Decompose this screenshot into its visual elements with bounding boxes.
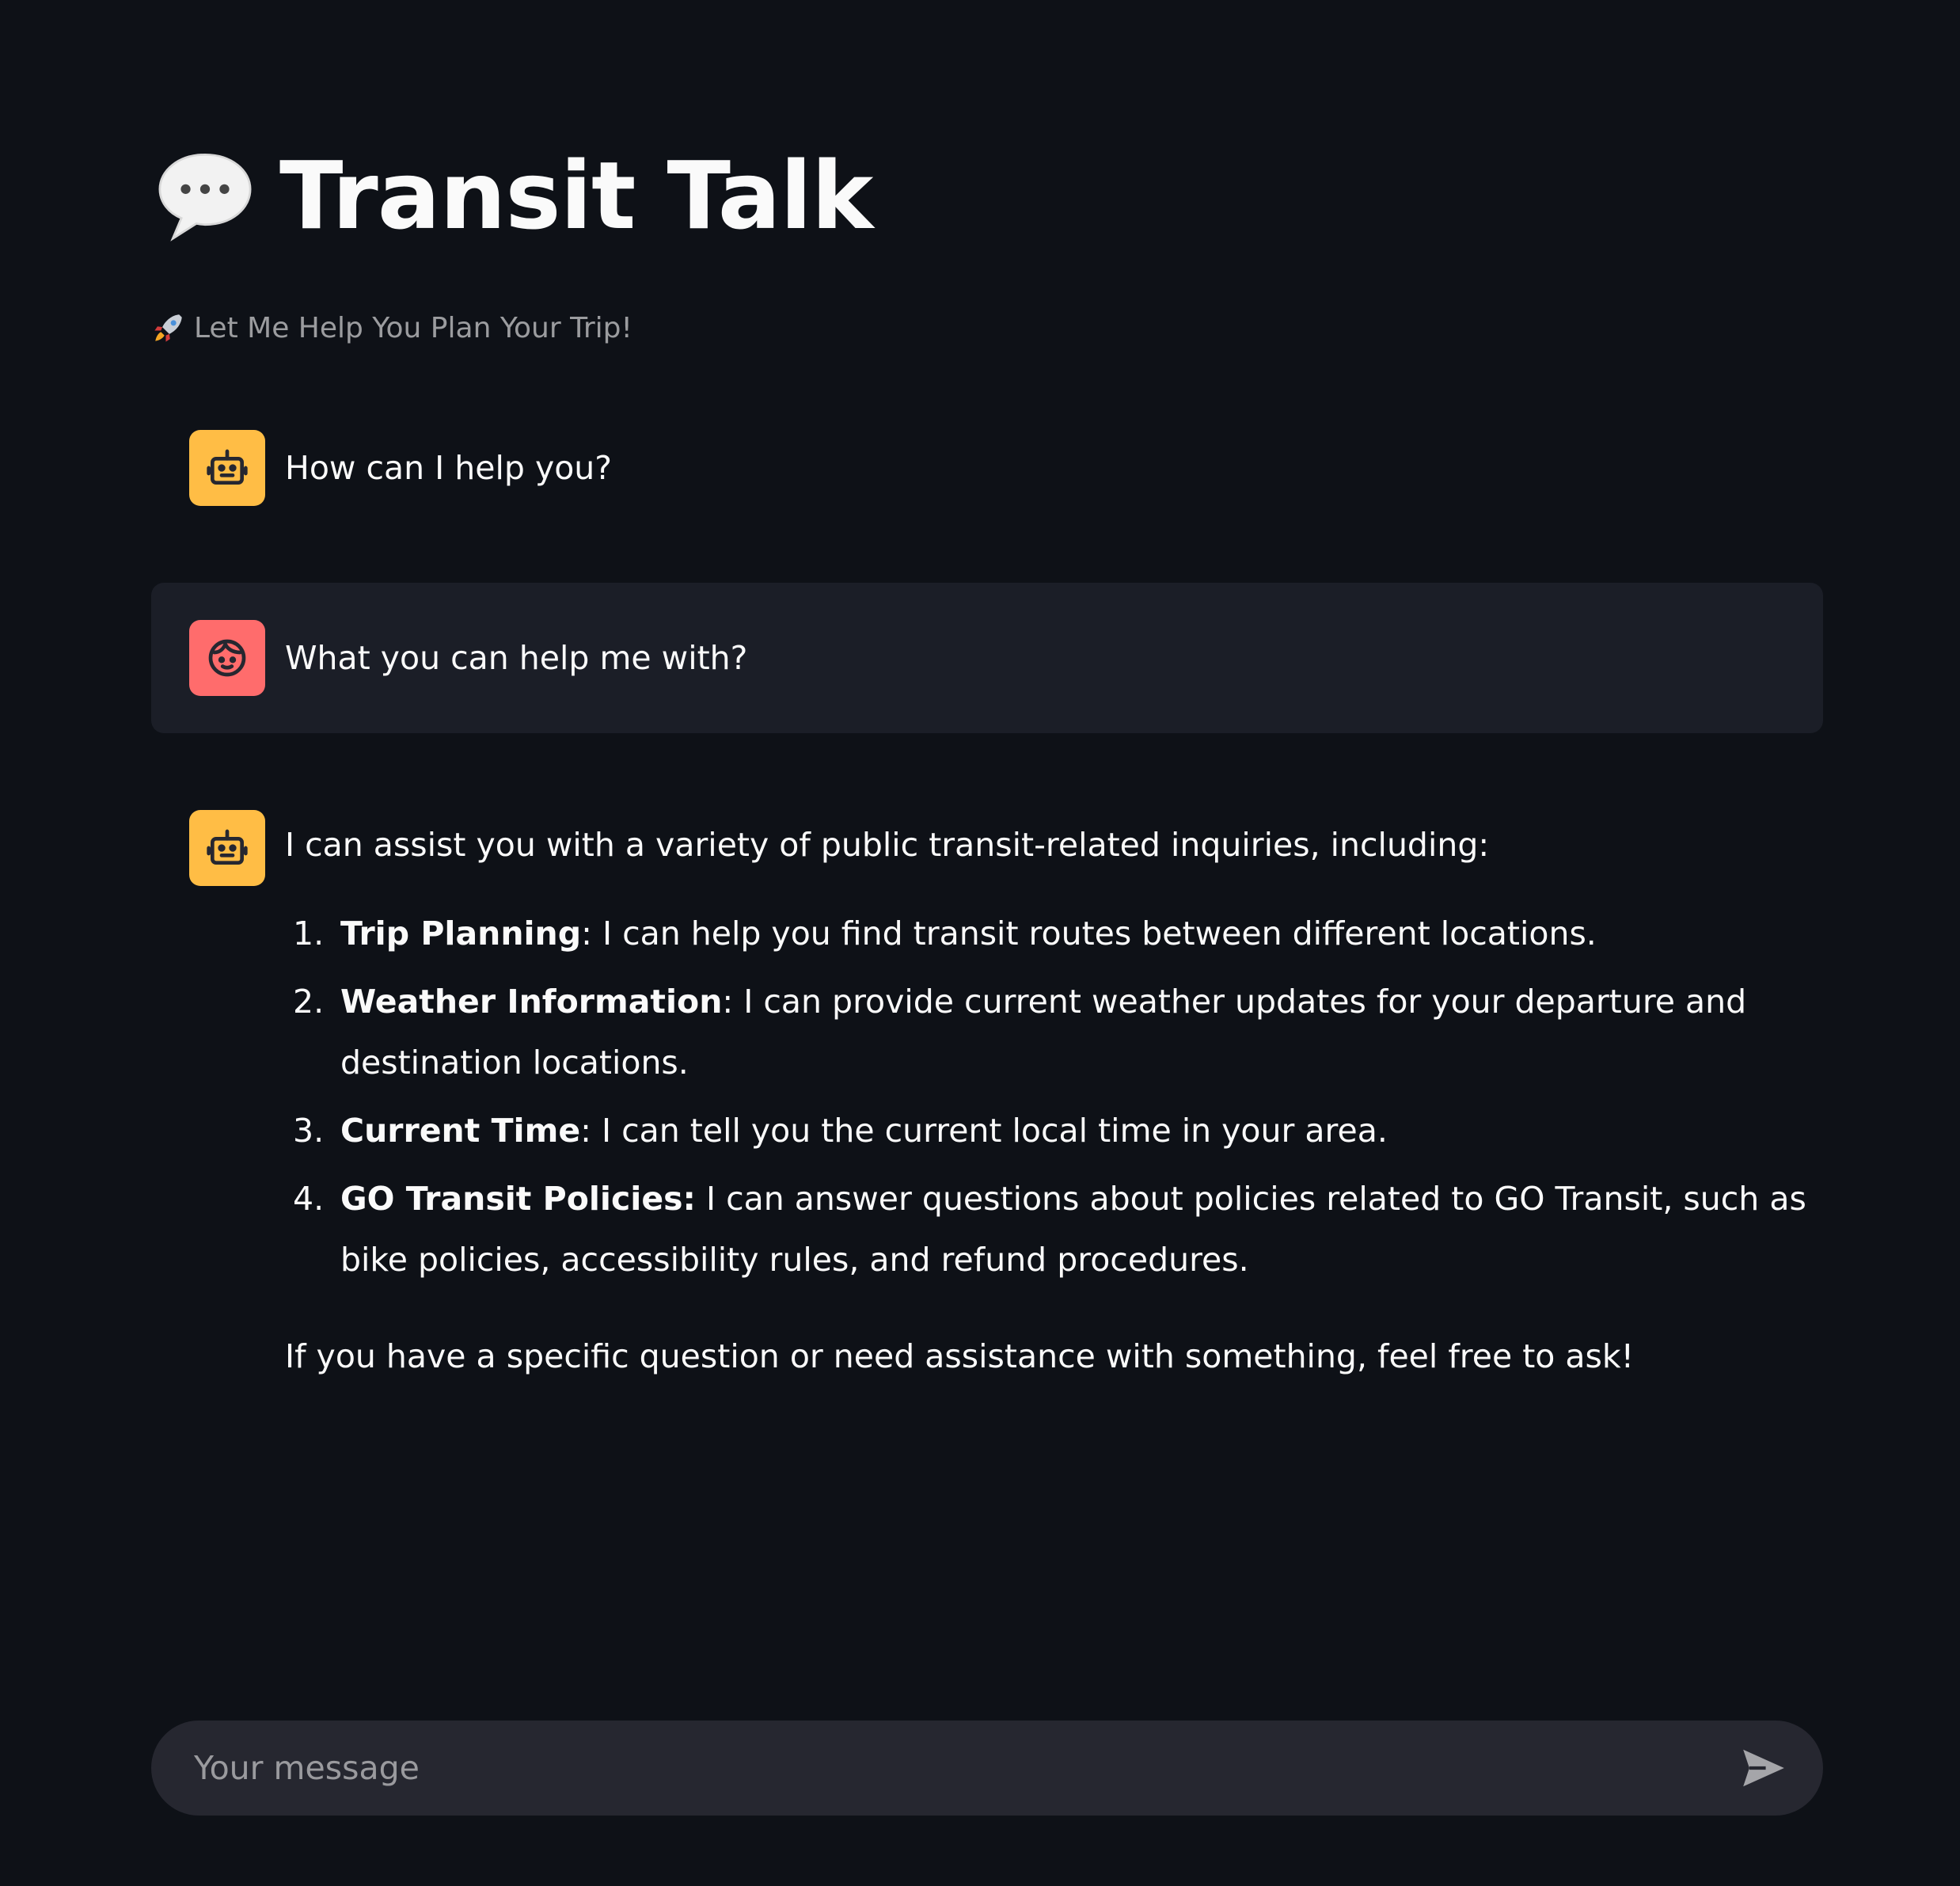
chat-input-bar bbox=[151, 1720, 1823, 1816]
page-subtitle: Let Me Help You Plan Your Trip! bbox=[194, 311, 632, 344]
send-arrow-icon bbox=[1743, 1749, 1784, 1787]
list-item-number: 2. bbox=[293, 983, 325, 1021]
answer-closing: If you have a specific question or need … bbox=[285, 1337, 1635, 1375]
robot-face-icon bbox=[207, 829, 248, 865]
list-item-text: : I can help you find transit routes bet… bbox=[581, 914, 1597, 953]
rocket-icon bbox=[154, 314, 182, 342]
list-item-title: GO Transit Policies: bbox=[340, 1180, 696, 1218]
list-item-title: Weather Information bbox=[340, 983, 723, 1021]
list-item-number: 1. bbox=[293, 914, 325, 953]
list-item-number: 3. bbox=[293, 1112, 325, 1150]
page-title-row: Transit Talk bbox=[151, 136, 873, 255]
assistant-avatar bbox=[189, 810, 265, 886]
message-text: What you can help me with? bbox=[285, 639, 748, 677]
chat-message-assistant: I can assist you with a variety of publi… bbox=[151, 810, 1823, 1396]
answer-intro: I can assist you with a variety of publi… bbox=[285, 826, 1490, 864]
list-item: 4. GO Transit Policies: I can answer ques… bbox=[285, 1169, 1813, 1291]
chat-message-input[interactable] bbox=[192, 1720, 1736, 1816]
list-item: 1. Trip Planning: I can help you find tra… bbox=[285, 903, 1813, 964]
page-title: Transit Talk bbox=[279, 141, 873, 250]
subtitle-row: Let Me Help You Plan Your Trip! bbox=[151, 306, 632, 350]
message-text: How can I help you? bbox=[285, 449, 613, 487]
chat-message-assistant: How can I help you? bbox=[151, 430, 1823, 506]
user-avatar bbox=[189, 620, 265, 696]
app-main: Transit Talk Let Me Help You Plan Your T… bbox=[151, 0, 1823, 1886]
send-button[interactable] bbox=[1736, 1740, 1791, 1796]
list-item-title: Current Time bbox=[340, 1112, 581, 1150]
speech-balloon-icon bbox=[158, 153, 252, 241]
chat-message-user: What you can help me with? bbox=[151, 583, 1823, 733]
capability-list: 1. Trip Planning: I can help you find tra… bbox=[285, 903, 1813, 1298]
list-item-number: 4. bbox=[293, 1180, 325, 1218]
robot-face-icon bbox=[207, 449, 248, 485]
assistant-avatar bbox=[189, 430, 265, 506]
user-face-icon bbox=[208, 639, 246, 677]
list-item: 2. Weather Information: I can provide cur… bbox=[285, 972, 1813, 1093]
list-item-title: Trip Planning bbox=[340, 914, 582, 953]
list-item-text: : I can tell you the current local time … bbox=[580, 1112, 1388, 1150]
list-item: 3. Current Time: I can tell you the curre… bbox=[285, 1101, 1813, 1162]
